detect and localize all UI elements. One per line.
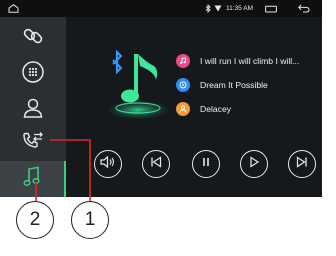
callout-2: 2	[16, 201, 54, 239]
callout-2-label: 2	[29, 209, 41, 230]
callout-1-label: 1	[84, 209, 96, 230]
callout-1: 1	[71, 201, 109, 239]
